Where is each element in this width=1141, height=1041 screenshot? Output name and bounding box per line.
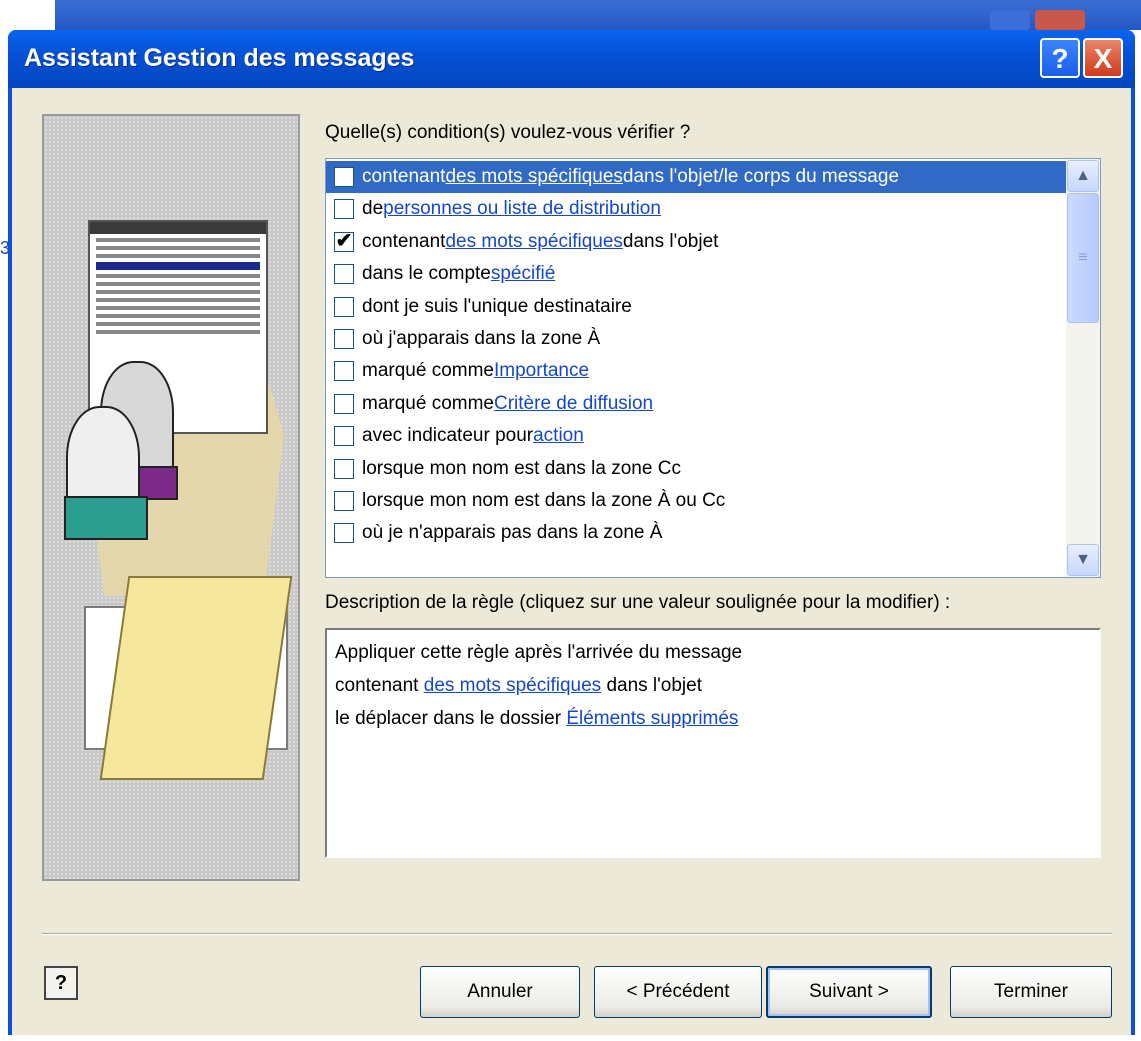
condition-item[interactable]: où j'apparais dans la zone À [326, 323, 1066, 355]
condition-item[interactable]: ✔ contenant des mots spécifiques dans l'o… [326, 226, 1066, 258]
cancel-button[interactable]: Annuler [420, 966, 580, 1018]
help-button[interactable]: ? [44, 966, 78, 1000]
condition-text: marqué comme [362, 360, 494, 382]
background-close-button[interactable] [1035, 10, 1085, 30]
condition-item[interactable]: dont je suis l'unique destinataire [326, 291, 1066, 323]
description-link-deleted-items[interactable]: Éléments supprimés [566, 708, 738, 729]
condition-checkbox[interactable] [334, 167, 354, 187]
conditions-heading: Quelle(s) condition(s) voulez-vous vérif… [325, 122, 691, 143]
titlebar: Assistant Gestion des messages ? X [8, 30, 1135, 88]
condition-checkbox[interactable] [334, 199, 354, 220]
condition-text: dont je suis l'unique destinataire [362, 295, 632, 317]
dialog-title: Assistant Gestion des messages [24, 44, 415, 72]
description-line-3-prefix: le déplacer dans le dossier [335, 708, 567, 729]
condition-link[interactable]: action [533, 425, 584, 447]
description-link-specific-words[interactable]: des mots spécifiques [424, 675, 601, 696]
title-close-button[interactable]: X [1083, 38, 1123, 78]
conditions-list[interactable]: contenant des mots spécifiques dans l'ob… [325, 158, 1101, 578]
condition-checkbox[interactable] [334, 523, 354, 544]
illustration-person-front-shirt [64, 496, 148, 540]
condition-item[interactable]: contenant des mots spécifiques dans l'ob… [326, 161, 1066, 193]
condition-checkbox[interactable] [334, 264, 354, 285]
rules-wizard-dialog: Assistant Gestion des messages ? X Quell… [8, 30, 1135, 1035]
condition-text-suffix: dans l'objet [622, 230, 719, 252]
condition-text: contenant [362, 230, 446, 252]
rule-description-box: Appliquer cette règle après l'arrivée du… [325, 628, 1101, 858]
next-button[interactable]: Suivant > [766, 966, 932, 1018]
condition-link[interactable]: personnes ou liste de distribution [383, 198, 661, 220]
condition-item[interactable]: marqué comme Importance [326, 355, 1066, 387]
condition-link[interactable]: Importance [494, 360, 589, 382]
description-line-2: contenant des mots spécifiques dans l'ob… [335, 675, 702, 697]
condition-text: dans le compte [362, 263, 491, 285]
scroll-up-button[interactable]: ▲ [1067, 160, 1099, 192]
title-help-button[interactable]: ? [1040, 38, 1080, 78]
description-line-2-suffix: dans l'objet [601, 675, 702, 696]
condition-item[interactable]: avec indicateur pour action [326, 420, 1066, 452]
condition-checkbox[interactable] [334, 296, 354, 317]
condition-checkbox[interactable] [334, 393, 354, 414]
description-heading: Description de la règle (cliquez sur une… [325, 592, 951, 613]
conditions-scrollbar[interactable]: ▲ ≡ ▼ [1066, 159, 1100, 577]
condition-text: lorsque mon nom est dans la zone Cc [362, 457, 681, 479]
condition-text: lorsque mon nom est dans la zone À ou Cc [362, 490, 726, 511]
condition-checkbox[interactable] [334, 491, 354, 511]
scroll-thumb[interactable]: ≡ [1067, 193, 1099, 323]
condition-link[interactable]: des mots spécifiques [445, 231, 622, 253]
previous-button[interactable]: < Précédent [594, 966, 762, 1018]
condition-item[interactable]: dans le compte spécifié [326, 258, 1066, 290]
background-minimize-button[interactable] [990, 10, 1030, 30]
condition-item[interactable]: lorsque mon nom est dans la zone À ou Cc [326, 485, 1066, 517]
condition-checkbox[interactable] [334, 426, 354, 447]
finish-button[interactable]: Terminer [950, 966, 1112, 1018]
condition-text: où je n'apparais pas dans la zone À [362, 522, 663, 544]
condition-item[interactable]: où je n'apparais pas dans la zone À [326, 517, 1066, 549]
condition-item[interactable]: de personnes ou liste de distribution [326, 193, 1066, 225]
description-line-1: Appliquer cette règle après l'arrivée du… [335, 642, 743, 663]
condition-item[interactable]: lorsque mon nom est dans la zone Cc [326, 453, 1066, 485]
condition-item[interactable]: marqué comme Critère de diffusion [326, 388, 1066, 420]
condition-checkbox[interactable] [334, 329, 354, 349]
condition-link[interactable]: Critère de diffusion [494, 393, 653, 415]
description-line-2-prefix: contenant [335, 675, 424, 696]
dialog-client-area: Quelle(s) condition(s) voulez-vous vérif… [12, 88, 1131, 1035]
condition-link[interactable]: spécifié [491, 263, 555, 285]
condition-text: de [362, 198, 384, 220]
condition-checkbox[interactable]: ✔ [334, 231, 354, 252]
footer-separator [42, 933, 1112, 935]
illustration-folder-icon [99, 576, 293, 780]
condition-text: marqué comme [362, 392, 494, 414]
condition-text: où j'apparais dans la zone À [362, 328, 601, 349]
condition-text: contenant [362, 166, 446, 187]
condition-checkbox[interactable] [334, 458, 354, 479]
wizard-illustration [42, 114, 300, 881]
condition-text: avec indicateur pour [362, 425, 534, 447]
background-window-titlebar: sage [55, 0, 1141, 30]
condition-link[interactable]: des mots spécifiques [445, 166, 622, 188]
scroll-down-button[interactable]: ▼ [1067, 544, 1099, 576]
condition-text-suffix: dans l'objet/le corps du message [622, 166, 900, 187]
condition-checkbox[interactable] [334, 361, 354, 382]
description-line-3: le déplacer dans le dossier Éléments sup… [335, 708, 738, 730]
